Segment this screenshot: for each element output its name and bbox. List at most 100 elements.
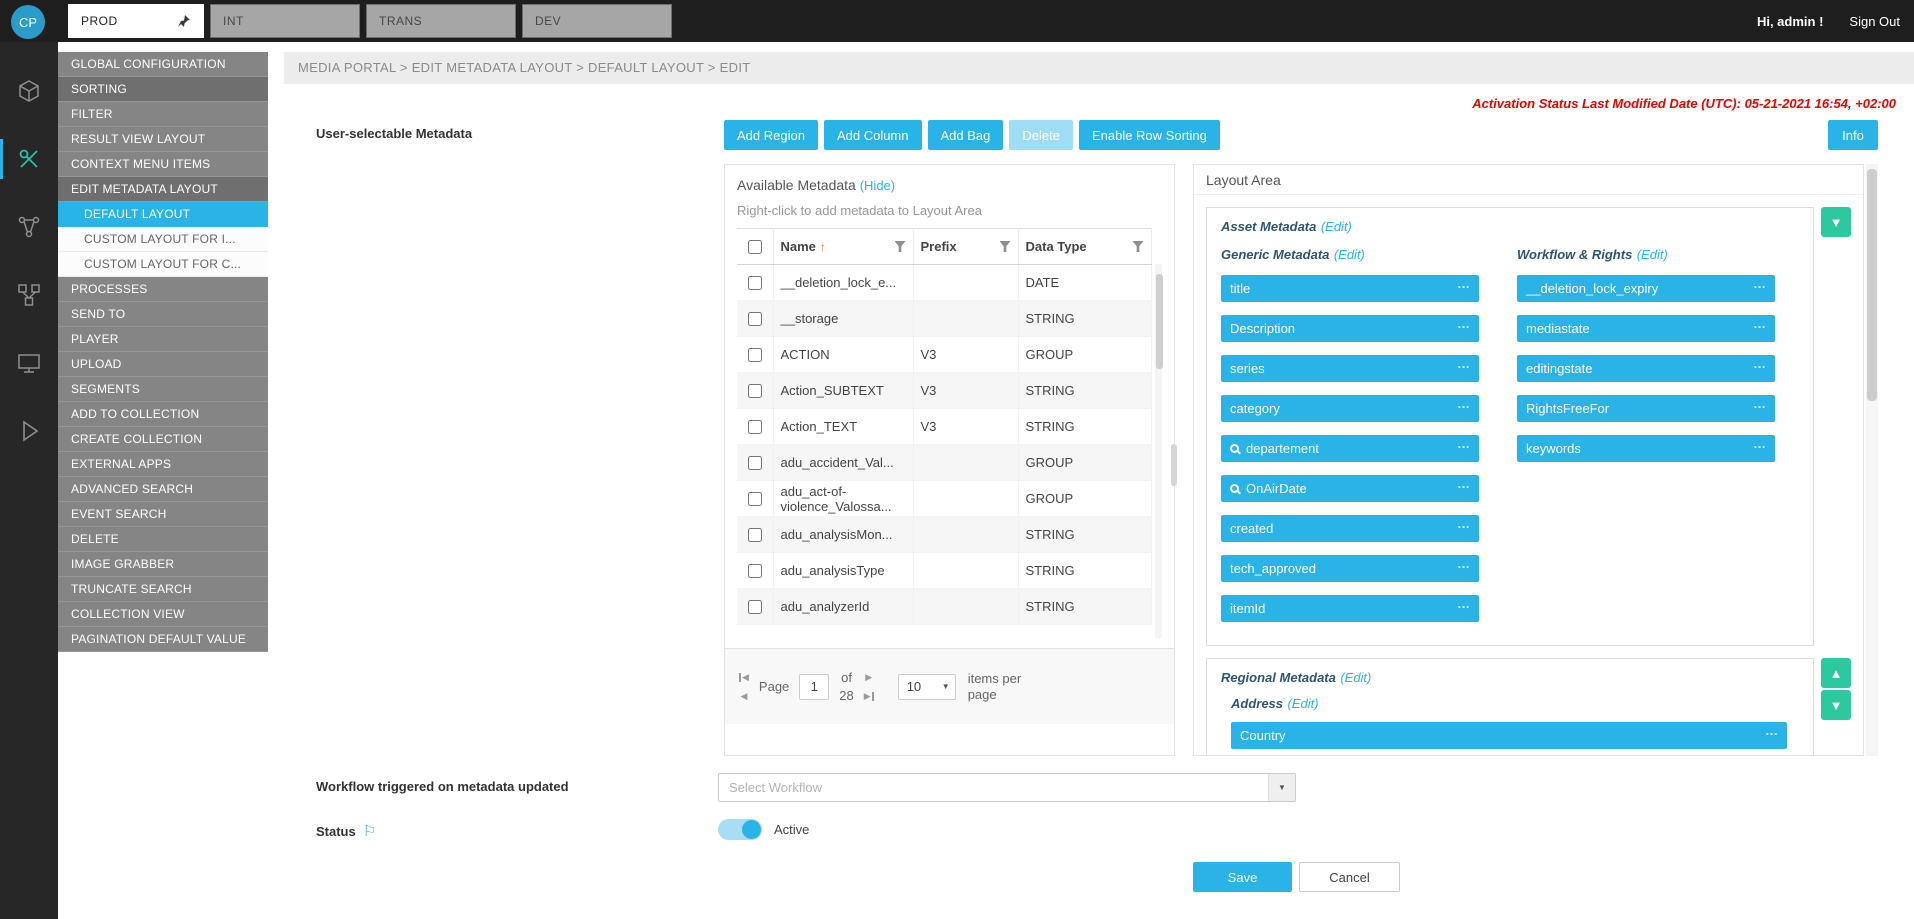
monitor-icon[interactable] [0,340,58,386]
last-page-button[interactable]: ▶ [864,688,874,705]
sidebar-item-processes[interactable]: PROCESSES [58,277,268,302]
tab-prod[interactable]: PROD [68,4,204,38]
sidebar-item-upload[interactable]: UPLOAD [58,352,268,377]
flag-icon[interactable]: ⚐ [363,822,376,840]
table-row[interactable]: __deletion_lock_e... DATE [737,265,1151,301]
row-checkbox[interactable] [748,492,762,506]
row-checkbox[interactable] [748,312,762,326]
name-filter-icon[interactable] [895,241,906,252]
layout-area-scrollbar[interactable] [1866,164,1878,756]
field-menu-icon[interactable]: … [1765,723,1779,738]
sidebar-item-external-apps[interactable]: EXTERNAL APPS [58,452,268,477]
field-menu-icon[interactable]: … [1753,396,1767,411]
field-menu-icon[interactable]: … [1457,396,1471,411]
metadata-field[interactable]: Country … [1231,722,1787,749]
table-row[interactable]: ACTION V3 GROUP [737,337,1151,373]
sidebar-item-image-grabber[interactable]: IMAGE GRABBER [58,552,268,577]
table-scrollbar[interactable] [1155,264,1163,638]
hide-link[interactable]: (Hide) [860,178,895,193]
page-size-select[interactable]: 10 ▼ [898,674,956,700]
sidebar-item-custom-layout-for-i[interactable]: CUSTOM LAYOUT FOR I... [58,227,268,252]
move-section-up-button[interactable]: ▲ [1821,658,1851,688]
metadata-field[interactable]: tech_approved … [1221,555,1479,582]
metadata-field[interactable]: created … [1221,515,1479,542]
table-row[interactable]: Action_TEXT V3 STRING [737,409,1151,445]
sidebar-item-global-configuration[interactable]: GLOBAL CONFIGURATION [58,52,268,77]
sign-out-link[interactable]: Sign Out [1849,14,1900,29]
tab-dev[interactable]: DEV [522,4,672,38]
sort-asc-icon[interactable]: ↑ [820,240,826,254]
asset-metadata-edit-link[interactable]: (Edit) [1321,219,1352,234]
field-menu-icon[interactable]: … [1753,436,1767,451]
sidebar-item-edit-metadata-layout[interactable]: EDIT METADATA LAYOUT [58,177,268,202]
table-scrollbar-thumb[interactable] [1156,274,1163,369]
address-edit-link[interactable]: (Edit) [1287,696,1318,711]
metadata-field[interactable]: __deletion_lock_expiry … [1517,275,1775,302]
field-menu-icon[interactable]: … [1457,556,1471,571]
metadata-field[interactable]: departement … [1221,435,1479,462]
dropdown-arrow-icon[interactable]: ▼ [1268,774,1295,801]
workflow-icon[interactable] [0,204,58,250]
move-section-down-button[interactable]: ▼ [1821,690,1851,720]
column-header-prefix[interactable]: Prefix [913,229,1018,265]
metadata-field[interactable]: series … [1221,355,1479,382]
metadata-field[interactable]: itemId … [1221,595,1479,622]
packages-icon[interactable] [0,68,58,114]
enable-row-sorting-button[interactable]: Enable Row Sorting [1079,120,1220,150]
sidebar-item-result-view-layout[interactable]: RESULT VIEW LAYOUT [58,127,268,152]
sidebar-item-context-menu-items[interactable]: CONTEXT MENU ITEMS [58,152,268,177]
row-checkbox[interactable] [748,348,762,362]
row-checkbox[interactable] [748,564,762,578]
table-row[interactable]: adu_act-of-violence_Valossa... GROUP [737,481,1151,517]
generic-metadata-edit-link[interactable]: (Edit) [1334,247,1365,262]
metadata-field[interactable]: OnAirDate … [1221,475,1479,502]
column-header-name[interactable]: Name ↑ [773,229,913,265]
table-row[interactable]: adu_analysisMon... STRING [737,517,1151,553]
sidebar-item-sorting[interactable]: SORTING [58,77,268,102]
row-checkbox[interactable] [748,384,762,398]
row-checkbox[interactable] [748,528,762,542]
sidebar-item-segments[interactable]: SEGMENTS [58,377,268,402]
table-row[interactable]: adu_analysisType STRING [737,553,1151,589]
field-menu-icon[interactable]: … [1457,516,1471,531]
field-menu-icon[interactable]: … [1457,356,1471,371]
sidebar-item-event-search[interactable]: EVENT SEARCH [58,502,268,527]
metadata-field[interactable]: title … [1221,275,1479,302]
table-row[interactable]: __storage STRING [737,301,1151,337]
table-row[interactable]: Action_SUBTEXT V3 STRING [737,373,1151,409]
move-section-down-button[interactable]: ▼ [1821,207,1851,237]
row-checkbox[interactable] [748,600,762,614]
row-checkbox[interactable] [748,456,762,470]
sidebar-item-player[interactable]: PLAYER [58,327,268,352]
metadata-field[interactable]: RightsFreeFor … [1517,395,1775,422]
prefix-filter-icon[interactable] [1000,241,1011,252]
sidebar-item-filter[interactable]: FILTER [58,102,268,127]
status-toggle[interactable] [718,819,762,840]
row-checkbox[interactable] [748,420,762,434]
metadata-field[interactable]: Description … [1221,315,1479,342]
column-header-data-type[interactable]: Data Type [1018,229,1151,265]
sidebar-item-truncate-search[interactable]: TRUNCATE SEARCH [58,577,268,602]
row-checkbox[interactable] [748,276,762,290]
table-row[interactable]: adu_analyzerId STRING [737,589,1151,625]
prev-page-button[interactable]: ◀ [741,688,748,705]
field-menu-icon[interactable]: … [1457,436,1471,451]
delete-button[interactable]: Delete [1009,120,1073,150]
add-bag-button[interactable]: Add Bag [928,120,1004,150]
tab-int[interactable]: INT [210,4,360,38]
data-type-filter-icon[interactable] [1133,241,1144,252]
cancel-button[interactable]: Cancel [1299,862,1400,892]
sidebar-item-custom-layout-for-c[interactable]: CUSTOM LAYOUT FOR C... [58,252,268,277]
field-menu-icon[interactable]: … [1753,356,1767,371]
panel-splitter-handle[interactable] [1171,444,1177,486]
sidebar-item-pagination-default-value[interactable]: PAGINATION DEFAULT VALUE [58,627,268,652]
sidebar-item-send-to[interactable]: SEND TO [58,302,268,327]
sidebar-item-create-collection[interactable]: CREATE COLLECTION [58,427,268,452]
sidebar-item-collection-view[interactable]: COLLECTION VIEW [58,602,268,627]
workflow-select[interactable]: Select Workflow ▼ [718,773,1296,802]
field-menu-icon[interactable]: … [1457,276,1471,291]
field-menu-icon[interactable]: … [1457,596,1471,611]
sidebar-item-add-to-collection[interactable]: ADD TO COLLECTION [58,402,268,427]
field-menu-icon[interactable]: … [1753,276,1767,291]
save-button[interactable]: Save [1193,862,1292,892]
